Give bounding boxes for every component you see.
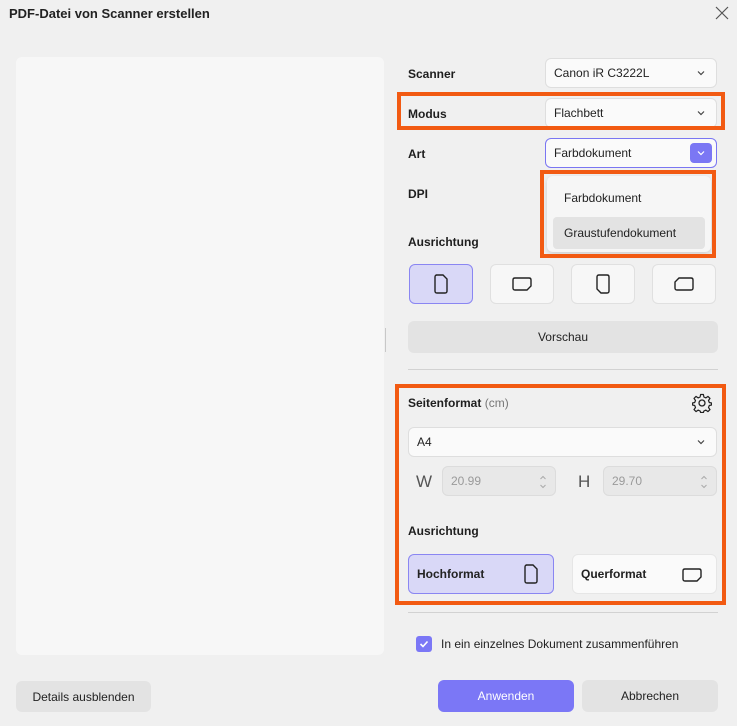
scan-preview-pane [16,57,384,655]
portrait-format-label: Hochformat [417,567,485,581]
width-label: W [416,472,433,491]
dpi-label: DPI [408,187,429,201]
portrait-format-button[interactable]: Hochformat [408,554,554,594]
orientation-portrait-reverse-button[interactable] [571,264,635,304]
height-label: H [578,472,591,491]
checkmark-icon [419,640,429,648]
page-landscape-reverse-icon [674,277,694,291]
page-portrait-reverse-icon [596,274,610,294]
chevron-down-icon [697,151,705,156]
close-icon [715,6,729,20]
type-dropdown-toggle[interactable] [690,143,712,163]
height-value: 29.70 [612,474,643,488]
orientation-landscape-reverse-button[interactable] [652,264,716,304]
page-format-title: Seitenformat [408,396,482,410]
type-select[interactable]: Farbdokument [545,138,717,168]
page-landscape-icon [682,568,702,582]
orientation-landscape-button[interactable] [490,264,554,304]
chevron-down-icon [697,111,705,116]
merge-checkbox-label[interactable]: In ein einzelnes Dokument zusammenführen [441,637,678,651]
details-toggle-button[interactable]: Details ausblenden [16,681,151,712]
spinner-icon[interactable] [700,473,708,491]
section-divider [408,612,718,613]
chevron-down-icon [697,71,705,76]
page-landscape-icon [512,277,532,291]
width-input[interactable]: 20.99 [442,466,556,496]
mode-label: Modus [408,107,447,121]
gear-icon [692,393,712,413]
dialog-title: PDF-Datei von Scanner erstellen [9,6,210,21]
scanner-select[interactable]: Canon iR C3222L [545,58,717,88]
orientation-label: Ausrichtung [408,235,479,249]
type-value: Farbdokument [554,146,632,160]
cancel-button[interactable]: Abbrechen [582,680,718,712]
width-value: 20.99 [451,474,482,488]
merge-checkbox[interactable] [416,636,432,652]
height-input[interactable]: 29.70 [603,466,717,496]
landscape-format-button[interactable]: Querformat [572,554,717,594]
page-size-select[interactable]: A4 [408,427,717,457]
chevron-down-icon [697,440,705,445]
scanner-value: Canon iR C3222L [554,66,650,80]
type-dropdown-menu: Farbdokument Graustufendokument [547,176,711,252]
scanner-label: Scanner [408,67,456,81]
landscape-format-label: Querformat [581,567,647,581]
page-orientation-label: Ausrichtung [408,524,479,538]
mode-value: Flachbett [554,106,604,120]
page-portrait-icon [434,274,448,294]
mode-select[interactable]: Flachbett [545,98,717,128]
page-format-unit: (cm) [484,396,509,410]
orientation-portrait-button[interactable] [409,264,473,304]
pane-resize-handle[interactable] [385,328,386,352]
apply-button[interactable]: Anwenden [438,680,574,712]
type-label: Art [408,147,426,161]
page-format-settings-button[interactable] [691,392,713,414]
page-portrait-icon [524,564,538,584]
type-option-farbdokument[interactable]: Farbdokument [553,182,705,214]
spinner-icon[interactable] [539,473,547,491]
type-option-graustufendokument[interactable]: Graustufendokument [553,217,705,249]
preview-button[interactable]: Vorschau [408,321,718,353]
close-button[interactable] [710,2,734,24]
page-format-label: Seitenformat (cm) [408,396,509,410]
page-size-value: A4 [417,435,432,449]
section-divider [408,369,718,370]
